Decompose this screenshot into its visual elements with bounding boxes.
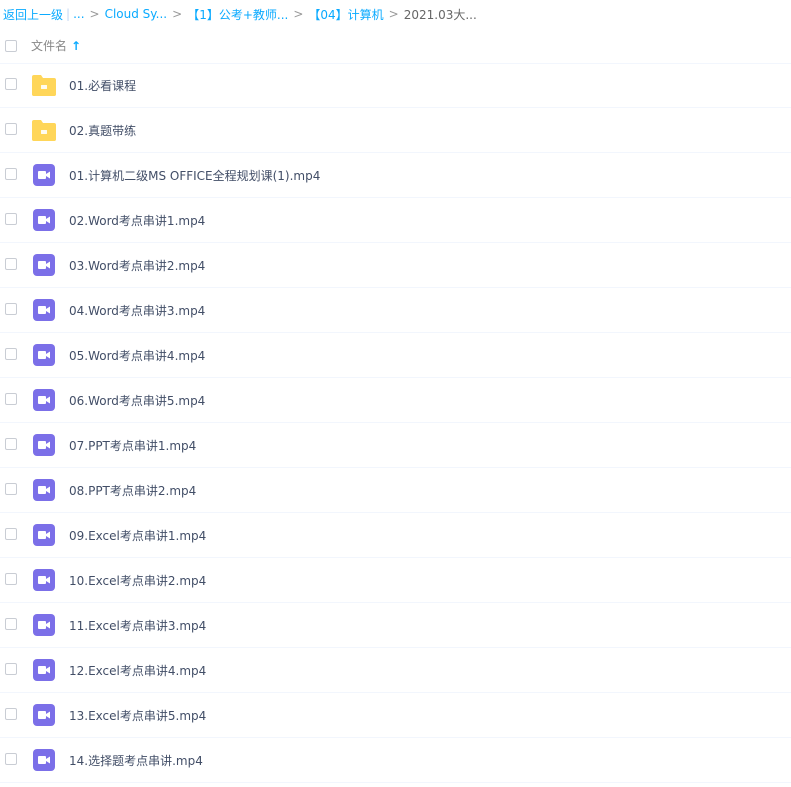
file-name[interactable]: 02.真题带练 (69, 122, 136, 139)
video-file-icon (31, 748, 57, 772)
row-checkbox[interactable] (5, 483, 17, 495)
video-file-icon (31, 613, 57, 637)
select-all-checkbox[interactable] (5, 39, 17, 52)
video-file-icon (31, 163, 57, 187)
row-checkbox[interactable] (5, 438, 17, 450)
row-checkbox[interactable] (5, 258, 17, 270)
video-file-icon (31, 388, 57, 412)
video-file-icon (31, 298, 57, 322)
folder-row[interactable]: 02.真题带练 (0, 108, 791, 153)
video-file-icon (31, 658, 57, 682)
column-header-filename[interactable]: 文件名 ↑ (31, 37, 81, 54)
row-checkbox[interactable] (5, 618, 17, 630)
row-checkbox[interactable] (5, 393, 17, 405)
breadcrumb-item-cloud[interactable]: Cloud Sy... (105, 7, 168, 21)
breadcrumb-divider: | (66, 7, 71, 21)
breadcrumb-item-gongkao[interactable]: 【1】公考+教师... (187, 6, 288, 23)
video-file-icon (31, 253, 57, 277)
file-row[interactable]: 04.Word考点串讲3.mp4 (0, 288, 791, 333)
file-row[interactable]: 13.Excel考点串讲5.mp4 (0, 693, 791, 738)
breadcrumb-ellipsis[interactable]: ... (73, 7, 84, 21)
file-name[interactable]: 02.Word考点串讲1.mp4 (69, 212, 205, 229)
file-row[interactable]: 08.PPT考点串讲2.mp4 (0, 468, 791, 513)
file-name[interactable]: 11.Excel考点串讲3.mp4 (69, 617, 206, 634)
file-row[interactable]: 05.Word考点串讲4.mp4 (0, 333, 791, 378)
file-row[interactable]: 03.Word考点串讲2.mp4 (0, 243, 791, 288)
file-name[interactable]: 07.PPT考点串讲1.mp4 (69, 437, 196, 454)
breadcrumb-separator: > (89, 7, 100, 21)
file-name[interactable]: 03.Word考点串讲2.mp4 (69, 257, 205, 274)
file-name[interactable]: 01.计算机二级MS OFFICE全程规划课(1).mp4 (69, 167, 320, 184)
file-name[interactable]: 05.Word考点串讲4.mp4 (69, 347, 205, 364)
row-checkbox[interactable] (5, 213, 17, 225)
row-checkbox[interactable] (5, 303, 17, 315)
file-list-header: 文件名 ↑ (0, 28, 791, 64)
row-checkbox[interactable] (5, 573, 17, 585)
file-name[interactable]: 14.选择题考点串讲.mp4 (69, 752, 203, 769)
file-row[interactable]: 02.Word考点串讲1.mp4 (0, 198, 791, 243)
row-checkbox[interactable] (5, 528, 17, 540)
file-name[interactable]: 01.必看课程 (69, 77, 136, 94)
arrow-up-icon[interactable]: ↑ (71, 39, 81, 53)
file-name[interactable]: 06.Word考点串讲5.mp4 (69, 392, 205, 409)
file-row[interactable]: 06.Word考点串讲5.mp4 (0, 378, 791, 423)
row-checkbox[interactable] (5, 753, 17, 765)
file-row[interactable]: 14.选择题考点串讲.mp4 (0, 738, 791, 783)
file-name[interactable]: 09.Excel考点串讲1.mp4 (69, 527, 206, 544)
row-checkbox[interactable] (5, 78, 17, 90)
breadcrumb-separator: > (172, 7, 183, 21)
column-label: 文件名 (31, 39, 68, 53)
video-file-icon (31, 343, 57, 367)
file-row[interactable]: 10.Excel考点串讲2.mp4 (0, 558, 791, 603)
breadcrumb-separator: > (388, 7, 399, 21)
breadcrumb-separator: > (293, 7, 304, 21)
folder-row[interactable]: 01.必看课程 (0, 63, 791, 108)
file-row[interactable]: 12.Excel考点串讲4.mp4 (0, 648, 791, 693)
file-name[interactable]: 12.Excel考点串讲4.mp4 (69, 662, 206, 679)
video-file-icon (31, 478, 57, 502)
file-row[interactable]: 11.Excel考点串讲3.mp4 (0, 603, 791, 648)
breadcrumb: 返回上一级 | ... > Cloud Sy... > 【1】公考+教师... … (3, 0, 783, 28)
breadcrumb-current: 2021.03大... (403, 7, 477, 22)
file-list: 01.必看课程 02.真题带练 01.计算机二级MS OFFICE全程规划课(1).… (0, 63, 791, 783)
file-row[interactable]: 01.计算机二级MS OFFICE全程规划课(1).mp4 (0, 153, 791, 198)
video-file-icon (31, 208, 57, 232)
file-name[interactable]: 08.PPT考点串讲2.mp4 (69, 482, 196, 499)
file-row[interactable]: 09.Excel考点串讲1.mp4 (0, 513, 791, 558)
folder-icon (31, 73, 57, 97)
breadcrumb-item-computer[interactable]: 【04】计算机 (308, 6, 383, 23)
video-file-icon (31, 433, 57, 457)
file-name[interactable]: 10.Excel考点串讲2.mp4 (69, 572, 206, 589)
video-file-icon (31, 568, 57, 592)
folder-icon (31, 118, 57, 142)
back-link[interactable]: 返回上一级 (3, 6, 63, 23)
video-file-icon (31, 523, 57, 547)
file-row[interactable]: 07.PPT考点串讲1.mp4 (0, 423, 791, 468)
row-checkbox[interactable] (5, 348, 17, 360)
row-checkbox[interactable] (5, 168, 17, 180)
row-checkbox[interactable] (5, 708, 17, 720)
file-name[interactable]: 04.Word考点串讲3.mp4 (69, 302, 205, 319)
file-name[interactable]: 13.Excel考点串讲5.mp4 (69, 707, 206, 724)
video-file-icon (31, 703, 57, 727)
row-checkbox[interactable] (5, 123, 17, 135)
row-checkbox[interactable] (5, 663, 17, 675)
